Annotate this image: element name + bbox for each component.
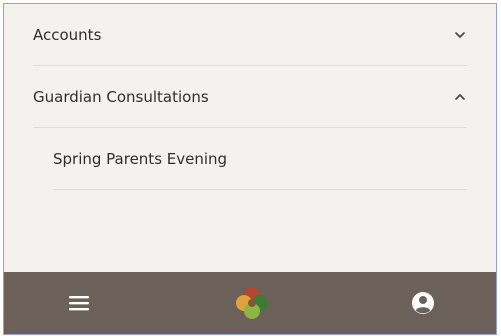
app-logo-icon [236,287,268,319]
menu-item-label: Accounts [33,25,102,44]
chevron-up-icon [455,93,465,100]
submenu-item-spring-parents-evening[interactable]: Spring Parents Evening [53,128,467,190]
hamburger-menu-button[interactable] [59,272,99,334]
submenu-item-label: Spring Parents Evening [53,149,228,168]
hamburger-menu-icon [69,296,89,311]
menu-item-accounts[interactable]: Accounts [33,4,467,66]
chevron-down-icon [455,31,465,38]
bottom-navigation-bar [4,272,496,334]
home-logo-button[interactable] [230,272,274,334]
app-frame: Accounts Guardian Consultations Spring P… [3,3,497,335]
user-profile-icon [412,292,434,314]
menu-item-guardian-consultations[interactable]: Guardian Consultations [33,66,467,128]
navigation-menu: Accounts Guardian Consultations Spring P… [4,4,496,190]
user-profile-button[interactable] [403,272,443,334]
menu-item-label: Guardian Consultations [33,87,209,106]
